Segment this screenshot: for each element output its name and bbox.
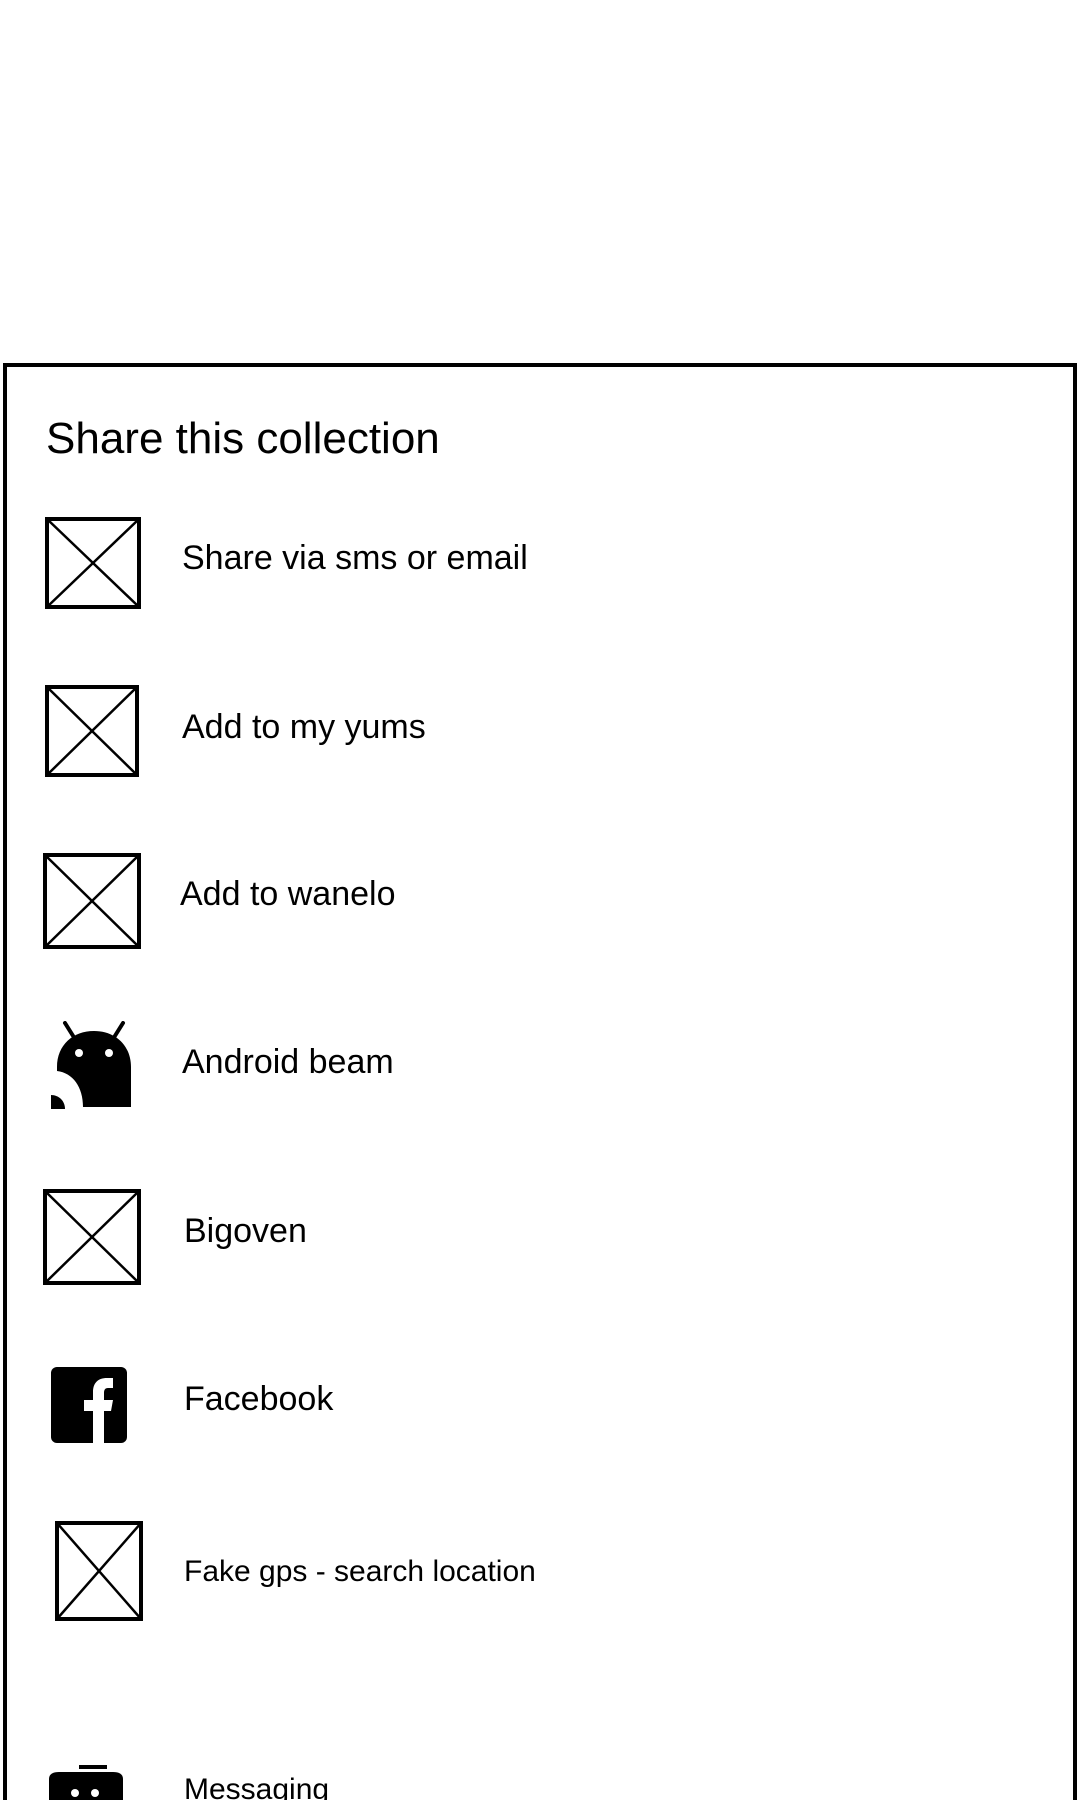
placeholder-icon bbox=[45, 517, 141, 609]
share-item-messaging[interactable]: Messaging bbox=[7, 1653, 1073, 1800]
share-item-wanelo[interactable]: Add to wanelo bbox=[7, 813, 1073, 981]
placeholder-icon bbox=[45, 685, 139, 777]
facebook-icon bbox=[51, 1367, 127, 1443]
share-item-label: Add to wanelo bbox=[180, 875, 396, 913]
share-sheet: Share this collection Share via sms or e… bbox=[3, 363, 1077, 1800]
share-item-label: Add to my yums bbox=[182, 708, 426, 746]
share-item-sms-email[interactable]: Share via sms or email bbox=[7, 477, 1073, 645]
android-beam-icon bbox=[49, 1021, 139, 1111]
share-item-label: Fake gps - search location bbox=[184, 1555, 536, 1588]
share-item-label: Facebook bbox=[184, 1380, 334, 1418]
share-item-bigoven[interactable]: Bigoven bbox=[7, 1149, 1073, 1317]
share-sheet-title: Share this collection bbox=[46, 414, 440, 463]
placeholder-icon bbox=[43, 1189, 141, 1285]
share-item-label: Android beam bbox=[182, 1043, 394, 1081]
share-item-yums[interactable]: Add to my yums bbox=[7, 645, 1073, 813]
placeholder-icon bbox=[55, 1521, 143, 1621]
share-item-android-beam[interactable]: Android beam bbox=[7, 981, 1073, 1149]
share-item-label: Share via sms or email bbox=[182, 539, 528, 577]
placeholder-icon bbox=[43, 853, 141, 949]
share-item-facebook[interactable]: Facebook bbox=[7, 1317, 1073, 1485]
screen: Share this collection Share via sms or e… bbox=[0, 0, 1080, 1800]
share-item-fake-gps[interactable]: Fake gps - search location bbox=[7, 1485, 1073, 1653]
share-item-label: Messaging bbox=[184, 1773, 330, 1800]
messaging-icon bbox=[45, 1765, 127, 1800]
share-item-label: Bigoven bbox=[184, 1212, 307, 1250]
